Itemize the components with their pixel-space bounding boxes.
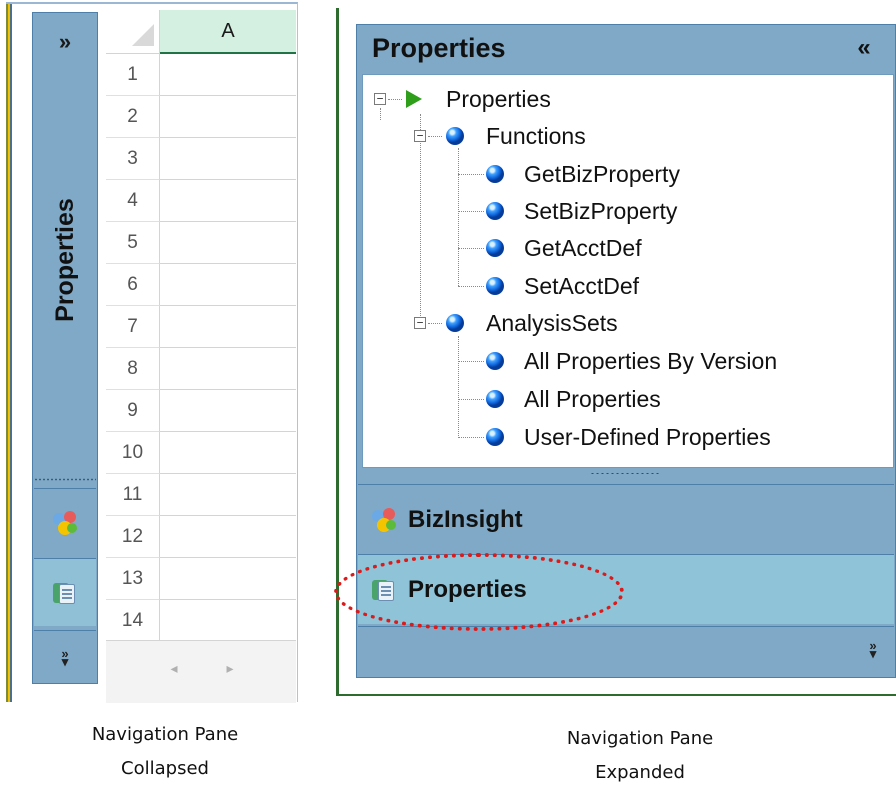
select-all-triangle-icon (132, 24, 154, 46)
tree-connector (458, 148, 459, 286)
sheet-cell[interactable] (160, 432, 296, 474)
tree-connector (388, 99, 402, 100)
tree-node-item[interactable]: SetBizProperty (524, 196, 677, 226)
tree-connector (458, 286, 484, 287)
row-header[interactable]: 5 (106, 222, 160, 264)
row-header[interactable]: 12 (106, 516, 160, 558)
row-header[interactable]: 10 (106, 432, 160, 474)
collapse-toggle-icon[interactable]: − (374, 93, 386, 105)
more-buttons-menu[interactable]: » ▾ (858, 630, 888, 670)
tree-node-analysissets[interactable]: AnalysisSets (486, 308, 618, 338)
pane-splitter-grip[interactable] (34, 478, 96, 484)
tree-connector (420, 114, 421, 324)
sheet-cell[interactable] (160, 138, 296, 180)
caption-expanded: Navigation Pane Expanded (480, 722, 800, 790)
sheet-cell[interactable] (160, 390, 296, 432)
tree-node-functions[interactable]: Functions (486, 121, 586, 151)
blue-ball-icon (446, 127, 464, 145)
blue-ball-icon (486, 239, 504, 257)
tree-node-item[interactable]: GetBizProperty (524, 159, 680, 189)
green-play-icon (406, 90, 422, 108)
bizinsight-icon (372, 507, 396, 532)
tree-node-item[interactable]: All Properties By Version (524, 346, 777, 376)
caption-line: Navigation Pane (91, 724, 239, 745)
row-header[interactable]: 11 (106, 474, 160, 516)
tree-connector (428, 323, 442, 324)
blue-ball-icon (446, 314, 464, 332)
sheet-cell[interactable] (160, 180, 296, 222)
tree-node-item[interactable]: GetAcctDef (524, 233, 642, 263)
caption-line: Navigation Pane (566, 728, 714, 749)
tree-connector (458, 361, 484, 362)
tree-node-item[interactable]: All Properties (524, 384, 661, 414)
sheet-cell[interactable] (160, 54, 296, 96)
pane-footer (358, 626, 894, 676)
row-header[interactable]: 1 (106, 54, 160, 96)
tree-connector (458, 174, 484, 175)
blue-ball-icon (486, 165, 504, 183)
blue-ball-icon (486, 428, 504, 446)
blue-ball-icon (486, 202, 504, 220)
blue-ball-icon (486, 390, 504, 408)
row-header[interactable]: 3 (106, 138, 160, 180)
tree-connector (458, 336, 459, 438)
sheet-cell[interactable] (160, 222, 296, 264)
collapsed-bizinsight-button[interactable] (34, 488, 96, 556)
expand-pane-button[interactable]: » (32, 12, 98, 72)
row-header[interactable]: 13 (106, 558, 160, 600)
tree-connector (380, 108, 381, 120)
collapse-pane-button[interactable]: « (846, 30, 882, 66)
pane-splitter-grip[interactable] (590, 472, 660, 478)
collapse-toggle-icon[interactable]: − (414, 317, 426, 329)
collapsed-properties-button[interactable] (34, 558, 96, 626)
collapse-toggle-icon[interactable]: − (414, 130, 426, 142)
highlight-annotation (334, 553, 624, 631)
bizinsight-icon (53, 510, 77, 535)
caption-line: Expanded (595, 762, 685, 783)
properties-icon (53, 581, 77, 605)
tree-connector (458, 399, 484, 400)
row-header[interactable]: 14 (106, 600, 160, 642)
tree-node-root[interactable]: Properties (446, 84, 551, 114)
sheet-cell[interactable] (160, 600, 296, 642)
bizinsight-button-label: BizInsight (408, 505, 523, 533)
blue-ball-icon (486, 352, 504, 370)
row-header[interactable]: 8 (106, 348, 160, 390)
column-header-a[interactable]: A (160, 10, 296, 54)
scroll-left-arrow-icon[interactable]: ◂ (166, 656, 182, 680)
tree-connector (458, 211, 484, 212)
scroll-right-arrow-icon[interactable]: ▸ (222, 656, 238, 680)
row-header[interactable]: 4 (106, 180, 160, 222)
row-header[interactable]: 2 (106, 96, 160, 138)
tree-node-item[interactable]: User-Defined Properties (524, 422, 771, 452)
sheet-cell[interactable] (160, 306, 296, 348)
caption-line: Collapsed (121, 758, 209, 779)
pane-title: Properties (372, 32, 506, 63)
dropdown-arrow-icon: ▾ (869, 646, 877, 661)
row-header[interactable]: 7 (106, 306, 160, 348)
sheet-cell[interactable] (160, 474, 296, 516)
tree-connector (458, 248, 484, 249)
row-header[interactable]: 6 (106, 264, 160, 306)
blue-ball-icon (486, 277, 504, 295)
sheet-cell[interactable] (160, 348, 296, 390)
window-border-stripe (6, 4, 12, 702)
caption-collapsed: Navigation Pane Collapsed (40, 718, 290, 786)
bizinsight-button[interactable]: BizInsight (358, 484, 894, 554)
row-header[interactable]: 9 (106, 390, 160, 432)
sheet-cell[interactable] (160, 264, 296, 306)
collapsed-more-buttons[interactable]: » ▾ (34, 630, 96, 684)
dropdown-arrow-icon: ▾ (61, 653, 69, 669)
tree-node-item[interactable]: SetAcctDef (524, 271, 639, 301)
collapsed-pane-title: Properties (50, 198, 79, 322)
sheet-cell[interactable] (160, 96, 296, 138)
tree-connector (428, 136, 442, 137)
sheet-cell[interactable] (160, 516, 296, 558)
sheet-scrollbar-area (106, 640, 296, 703)
tree-connector (458, 437, 484, 438)
sheet-cell[interactable] (160, 558, 296, 600)
